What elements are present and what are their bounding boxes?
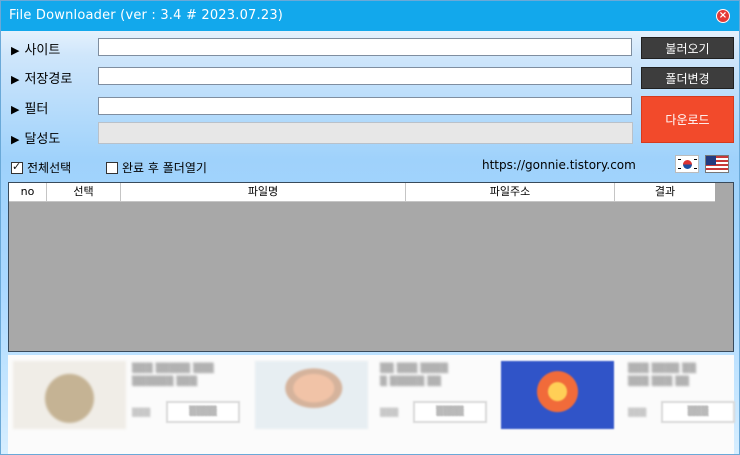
column-file-address[interactable]: 파일주소 xyxy=(406,183,615,201)
save-path-input[interactable] xyxy=(98,67,632,85)
filter-label-text: 필터 xyxy=(24,102,49,117)
korean-flag-icon[interactable] xyxy=(675,155,699,173)
change-folder-button[interactable]: 폴더변경 xyxy=(641,67,734,89)
ad-source: ▒▒▒ xyxy=(628,408,647,417)
filter-label: ▶ 필터 xyxy=(11,98,48,117)
title-bar[interactable]: File Downloader (ver : 3.4 # 2023.07.23)… xyxy=(1,1,739,31)
ad-source: ▒▒▒ xyxy=(380,408,399,417)
advertisement-banner[interactable]: ▒▒▒ ▒▒▒▒▒ ▒▒▒ ▒▒▒▒▒▒ ▒▒▒ ▒▒▒ ▒▒▒▒ ▒▒ ▒▒▒ … xyxy=(8,355,735,454)
trigram-mark xyxy=(694,159,697,160)
progress-label-text: 달성도 xyxy=(24,132,61,147)
save-path-label: ▶ 저장경로 xyxy=(11,68,72,87)
select-all-label: 전체선택 xyxy=(27,161,72,175)
trigram-mark xyxy=(678,159,681,160)
table-header: no 선택 파일명 파일주소 결과 xyxy=(9,183,715,202)
window-title: File Downloader (ver : 3.4 # 2023.07.23) xyxy=(9,8,284,23)
select-all-checkbox[interactable]: 전체선택 xyxy=(11,159,71,176)
open-folder-checkbox[interactable]: 완료 후 폴더열기 xyxy=(106,159,207,176)
ad-item[interactable]: ▒▒ ▒▒▒ ▒▒▒▒ ▒ ▒▒▒▒▒ ▒▒ ▒▒▒ ▒▒▒▒ xyxy=(255,361,500,435)
blog-link[interactable]: https://gonnie.tistory.com xyxy=(482,158,636,172)
ad-item[interactable]: ▒▒▒ ▒▒▒▒ ▒▒ ▒▒▒ ▒▒▒ ▒▒ ▒▒▒ ▒▒▒ xyxy=(501,361,735,435)
taegeuk-mark xyxy=(683,160,692,169)
column-result[interactable]: 결과 xyxy=(615,183,715,201)
load-button[interactable]: 불러오기 xyxy=(641,37,734,59)
play-icon: ▶ xyxy=(11,44,20,57)
site-label-text: 사이트 xyxy=(24,43,61,58)
ad-cta-button[interactable]: ▒▒▒▒ xyxy=(166,401,240,423)
ad-source: ▒▒▒ xyxy=(132,408,151,417)
progress-label: ▶ 달성도 xyxy=(11,128,60,147)
filter-input[interactable] xyxy=(98,97,632,115)
download-button[interactable]: 다운로드 xyxy=(641,96,734,143)
ad-cta-button[interactable]: ▒▒▒ xyxy=(661,401,735,423)
open-folder-label: 완료 후 폴더열기 xyxy=(122,161,207,175)
file-table[interactable]: no 선택 파일명 파일주소 결과 xyxy=(8,182,734,352)
open-folder-box[interactable] xyxy=(106,161,118,174)
save-path-label-text: 저장경로 xyxy=(24,72,73,87)
ad-image[interactable] xyxy=(501,361,614,429)
ad-description: ▒▒▒ ▒▒▒▒ ▒▒ ▒▒▒ ▒▒▒ ▒▒ xyxy=(628,364,697,387)
column-filename[interactable]: 파일명 xyxy=(121,183,406,201)
ad-image[interactable] xyxy=(13,361,126,429)
app-window: File Downloader (ver : 3.4 # 2023.07.23)… xyxy=(0,0,740,455)
close-icon[interactable]: × xyxy=(716,9,730,23)
play-icon: ▶ xyxy=(11,73,20,86)
ad-item[interactable]: ▒▒▒ ▒▒▒▒▒ ▒▒▒ ▒▒▒▒▒▒ ▒▒▒ ▒▒▒ ▒▒▒▒ xyxy=(8,361,253,435)
play-icon: ▶ xyxy=(11,133,20,146)
column-no[interactable]: no xyxy=(9,183,47,201)
trigram-mark xyxy=(678,168,681,169)
play-icon: ▶ xyxy=(11,103,20,116)
ad-cta-button[interactable]: ▒▒▒▒ xyxy=(413,401,487,423)
column-select[interactable]: 선택 xyxy=(47,183,121,201)
ad-description: ▒▒▒ ▒▒▒▒▒ ▒▒▒ ▒▒▒▒▒▒ ▒▒▒ xyxy=(132,364,214,387)
trigram-mark xyxy=(694,168,697,169)
select-all-box[interactable] xyxy=(11,160,23,174)
ad-image[interactable] xyxy=(255,361,368,429)
us-flag-icon[interactable] xyxy=(705,155,729,173)
progress-bar xyxy=(98,122,633,144)
site-input[interactable] xyxy=(98,38,632,56)
flag-canton xyxy=(706,156,716,165)
ad-description: ▒▒ ▒▒▒ ▒▒▒▒ ▒ ▒▒▒▒▒ ▒▒ xyxy=(380,364,449,387)
site-label: ▶ 사이트 xyxy=(11,39,60,58)
